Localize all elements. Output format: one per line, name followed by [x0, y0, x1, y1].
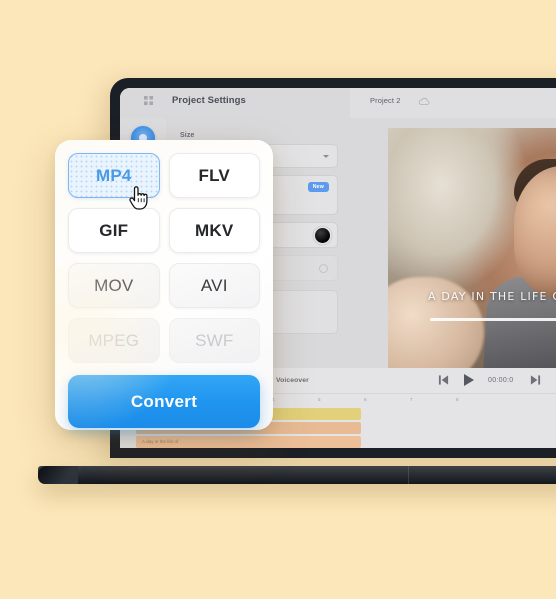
- video-caption-text: A DAY IN THE LIFE OF: [428, 290, 556, 303]
- video-preview-area: A DAY IN THE LIFE OF: [350, 118, 556, 368]
- screenshot-canvas: Project Settings Project 2 Settings Size…: [0, 0, 556, 599]
- ruler-tick: 6: [364, 397, 367, 402]
- format-option-mp4[interactable]: MP4: [68, 153, 160, 198]
- status-badge: New: [307, 182, 329, 192]
- laptop-base: [38, 466, 556, 484]
- grid-icon[interactable]: [144, 96, 153, 105]
- size-label: Size: [180, 132, 195, 139]
- color-swatch[interactable]: [315, 228, 330, 243]
- format-option-flv[interactable]: FLV: [168, 153, 260, 198]
- play-icon[interactable]: [464, 374, 474, 386]
- convert-button[interactable]: Convert: [68, 375, 260, 428]
- chevron-down-icon: [323, 155, 329, 158]
- format-option-mov[interactable]: MOV: [68, 263, 160, 308]
- ruler-tick: 7: [410, 397, 413, 402]
- app-topbar: Project Settings Project 2: [120, 88, 556, 118]
- video-player[interactable]: A DAY IN THE LIFE OF: [388, 128, 556, 368]
- skip-back-icon[interactable]: [438, 375, 449, 385]
- format-option-mkv[interactable]: MKV: [168, 208, 260, 253]
- format-conversion-modal: MP4 FLV GIF MKV MOV AVI MPEG SWF Convert: [55, 140, 273, 435]
- cloud-upload-icon[interactable]: [418, 97, 430, 106]
- page-title: Project Settings: [172, 95, 246, 106]
- ruler-tick: 8: [456, 397, 459, 402]
- video-caption-underline: [430, 318, 556, 321]
- timeline-clip-label: A day in the life of: [142, 439, 179, 444]
- timecode-display: 00:00:0: [488, 377, 514, 384]
- format-option-avi[interactable]: AVI: [168, 263, 260, 308]
- format-option-swf: SWF: [168, 318, 260, 363]
- skip-forward-icon[interactable]: [530, 375, 541, 385]
- project-name[interactable]: Project 2: [370, 96, 401, 105]
- format-option-gif[interactable]: GIF: [68, 208, 160, 253]
- upload-icon: [319, 264, 328, 273]
- format-options-grid: MP4 FLV GIF MKV MOV AVI MPEG SWF: [68, 153, 260, 363]
- ruler-tick: 5: [318, 397, 321, 402]
- format-option-mpeg: MPEG: [68, 318, 160, 363]
- voiceover-label: Voiceover: [276, 377, 309, 384]
